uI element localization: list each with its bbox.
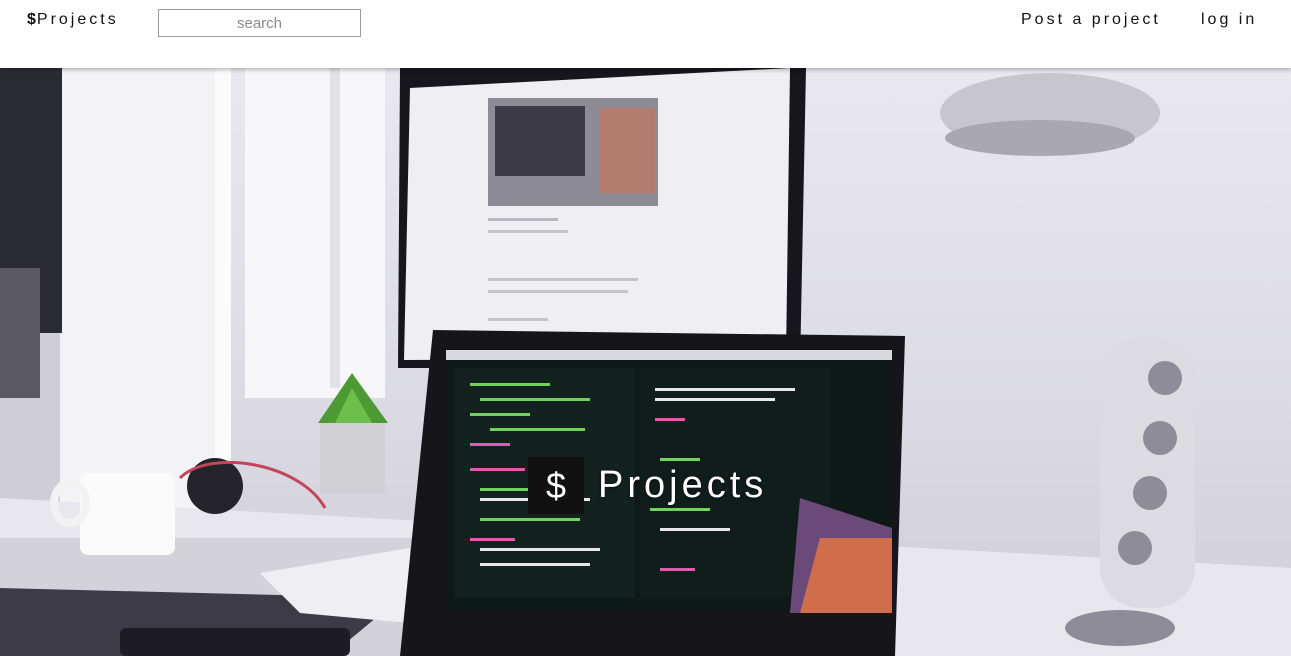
brand-text: Projects bbox=[36, 11, 119, 28]
top-navbar: $Projects Post a project log in bbox=[0, 0, 1291, 68]
hero-title-text: Projects bbox=[598, 464, 768, 506]
desk-workspace-image bbox=[0, 68, 1291, 656]
post-project-link[interactable]: Post a project bbox=[1021, 11, 1161, 29]
brand-dollar-symbol: $ bbox=[27, 11, 37, 28]
login-link[interactable]: log in bbox=[1201, 11, 1257, 29]
brand-logo-link[interactable]: $Projects bbox=[27, 11, 119, 29]
hero-dollar-badge: $ bbox=[528, 457, 584, 514]
hero-banner: $ Projects bbox=[0, 68, 1291, 656]
search-input[interactable] bbox=[158, 9, 361, 37]
hero-title: $ Projects bbox=[528, 457, 767, 514]
